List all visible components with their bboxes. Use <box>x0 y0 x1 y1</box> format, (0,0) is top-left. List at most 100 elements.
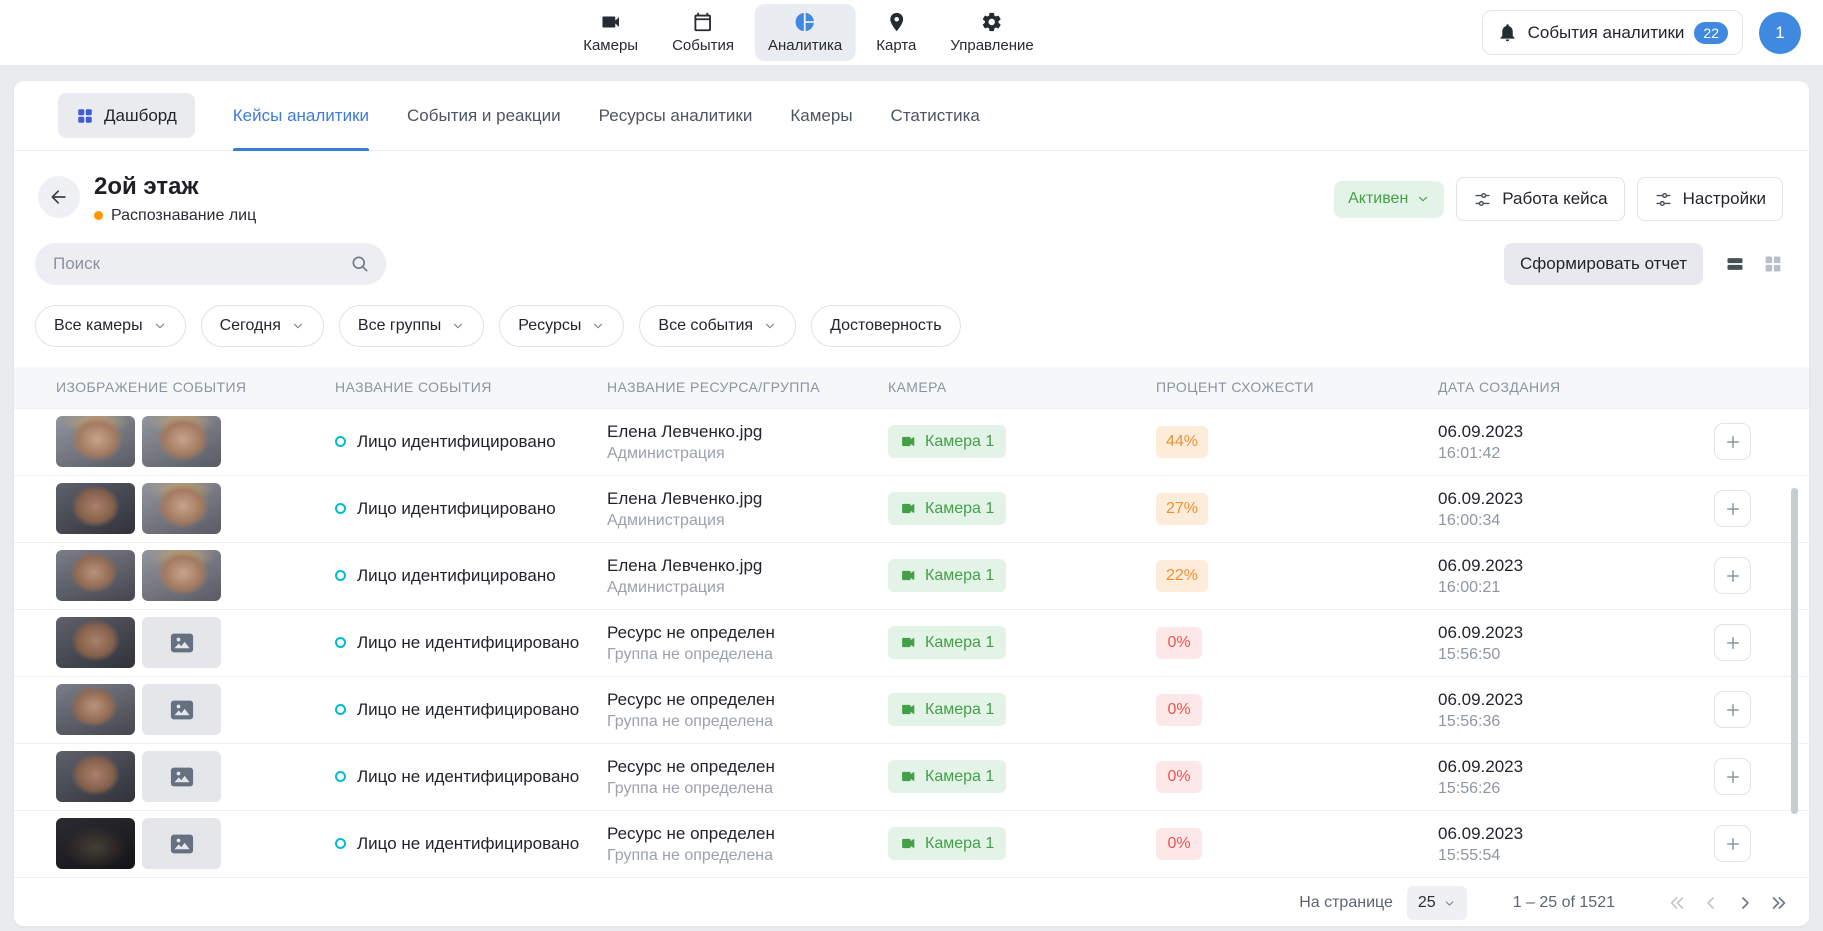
per-page-value: 25 <box>1418 894 1436 912</box>
camera-badge[interactable]: Камера 1 <box>888 425 1006 458</box>
back-button[interactable] <box>38 176 80 218</box>
plus-icon <box>1724 768 1742 786</box>
table-row: Лицо не идентифицировано Ресурс не опред… <box>14 677 1809 744</box>
last-page-button[interactable] <box>1765 889 1793 917</box>
camera-name: Камера 1 <box>925 835 994 853</box>
camera-badge[interactable]: Камера 1 <box>888 693 1006 726</box>
add-button[interactable] <box>1714 825 1751 862</box>
add-button[interactable] <box>1714 423 1751 460</box>
filter-label: Все события <box>658 317 753 335</box>
resource-cell: Елена Левченко.jpg Администрация <box>607 488 888 530</box>
per-page-select[interactable]: 25 <box>1407 886 1467 920</box>
tab-analytics-resources[interactable]: Ресурсы аналитики <box>599 81 753 150</box>
chevron-down-icon <box>591 319 605 333</box>
matched-thumbnail[interactable] <box>142 617 221 668</box>
nav-analytics[interactable]: Аналитика <box>755 4 855 61</box>
tab-analytics-cases[interactable]: Кейсы аналитики <box>233 81 369 150</box>
camera-badge[interactable]: Камера 1 <box>888 559 1006 592</box>
settings-button[interactable]: Настройки <box>1637 177 1783 221</box>
filters-row: Все камеры Сегодня Все группы Ресурсы Вс… <box>35 305 1783 347</box>
matched-thumbnail[interactable] <box>142 818 221 869</box>
camera-name: Камера 1 <box>925 768 994 786</box>
date-cell: 06.09.2023 15:55:54 <box>1438 823 1714 865</box>
filter-resources[interactable]: Ресурсы <box>499 305 624 347</box>
nav-management[interactable]: Управление <box>937 4 1046 61</box>
grid-view-button[interactable] <box>1763 254 1783 274</box>
plus-icon <box>1724 567 1742 585</box>
camera-cell: Камера 1 <box>888 827 1156 860</box>
table-row: Лицо не идентифицировано Ресурс не опред… <box>14 811 1809 878</box>
resource-group: Группа не определена <box>607 713 888 731</box>
tab-cameras[interactable]: Камеры <box>790 81 852 150</box>
event-status-icon <box>335 436 346 447</box>
matched-thumbnail[interactable] <box>142 684 221 735</box>
first-page-button[interactable] <box>1663 889 1691 917</box>
nav-map[interactable]: Карта <box>863 4 929 61</box>
top-bar-right: События аналитики 22 1 <box>1482 0 1801 65</box>
filter-confidence[interactable]: Достоверность <box>811 305 960 347</box>
nav-events[interactable]: События <box>659 4 747 61</box>
event-thumbnail[interactable] <box>56 751 135 802</box>
add-button[interactable] <box>1714 624 1751 661</box>
analytics-events-button[interactable]: События аналитики 22 <box>1482 10 1743 55</box>
filter-events[interactable]: Все события <box>639 305 796 347</box>
event-thumbnail[interactable] <box>56 416 135 467</box>
date-value: 06.09.2023 <box>1438 756 1714 777</box>
next-page-button[interactable] <box>1731 889 1759 917</box>
row-actions <box>1714 758 1797 795</box>
event-thumbnail[interactable] <box>56 483 135 534</box>
matched-thumbnail[interactable] <box>142 416 221 467</box>
camera-badge[interactable]: Камера 1 <box>888 760 1006 793</box>
calendar-icon <box>692 11 714 33</box>
add-button[interactable] <box>1714 691 1751 728</box>
event-status-icon <box>335 771 346 782</box>
camera-name: Камера 1 <box>925 433 994 451</box>
search-input[interactable] <box>35 243 386 285</box>
previous-page-button[interactable] <box>1697 889 1725 917</box>
event-name: Лицо не идентифицировано <box>357 767 579 787</box>
event-name-cell: Лицо не идентифицировано <box>335 700 607 720</box>
tab-statistics[interactable]: Статистика <box>891 81 980 150</box>
matched-thumbnail[interactable] <box>142 550 221 601</box>
matched-thumbnail[interactable] <box>142 483 221 534</box>
similarity-cell: 0% <box>1156 828 1438 860</box>
event-thumbnail[interactable] <box>56 684 135 735</box>
filter-groups[interactable]: Все группы <box>339 305 484 347</box>
tab-dashboard-label: Дашборд <box>104 106 177 126</box>
camera-badge[interactable]: Камера 1 <box>888 827 1006 860</box>
filter-date[interactable]: Сегодня <box>201 305 324 347</box>
event-thumbnail[interactable] <box>56 818 135 869</box>
add-button[interactable] <box>1714 490 1751 527</box>
case-work-button[interactable]: Работа кейса <box>1456 177 1624 221</box>
add-button[interactable] <box>1714 557 1751 594</box>
resource-name: Ресурс не определен <box>607 689 888 710</box>
filter-label: Сегодня <box>220 317 281 335</box>
plus-icon <box>1724 701 1742 719</box>
event-images <box>56 483 335 534</box>
gear-icon <box>981 11 1003 33</box>
list-view-icon <box>1725 254 1745 274</box>
filter-all-cameras[interactable]: Все камеры <box>35 305 186 347</box>
event-thumbnail[interactable] <box>56 550 135 601</box>
event-thumbnail[interactable] <box>56 617 135 668</box>
table-scrollbar[interactable] <box>1791 488 1798 814</box>
event-name: Лицо не идентифицировано <box>357 633 579 653</box>
nav-label: События <box>672 37 734 54</box>
time-value: 15:56:50 <box>1438 646 1714 664</box>
matched-thumbnail[interactable] <box>142 751 221 802</box>
case-status-dropdown[interactable]: Активен <box>1334 181 1444 218</box>
camera-name: Камера 1 <box>925 500 994 518</box>
nav-cameras[interactable]: Камеры <box>570 4 651 61</box>
camera-badge[interactable]: Камера 1 <box>888 492 1006 525</box>
list-view-button[interactable] <box>1725 254 1745 274</box>
generate-report-button[interactable]: Сформировать отчет <box>1504 243 1703 285</box>
add-button[interactable] <box>1714 758 1751 795</box>
tab-events-reactions[interactable]: События и реакции <box>407 81 561 150</box>
camera-badge[interactable]: Камера 1 <box>888 626 1006 659</box>
camera-name: Камера 1 <box>925 567 994 585</box>
similarity-cell: 0% <box>1156 694 1438 726</box>
tab-dashboard[interactable]: Дашборд <box>58 93 195 138</box>
user-avatar[interactable]: 1 <box>1759 12 1801 54</box>
resource-group: Группа не определена <box>607 780 888 798</box>
chevron-down-icon <box>1443 897 1456 910</box>
